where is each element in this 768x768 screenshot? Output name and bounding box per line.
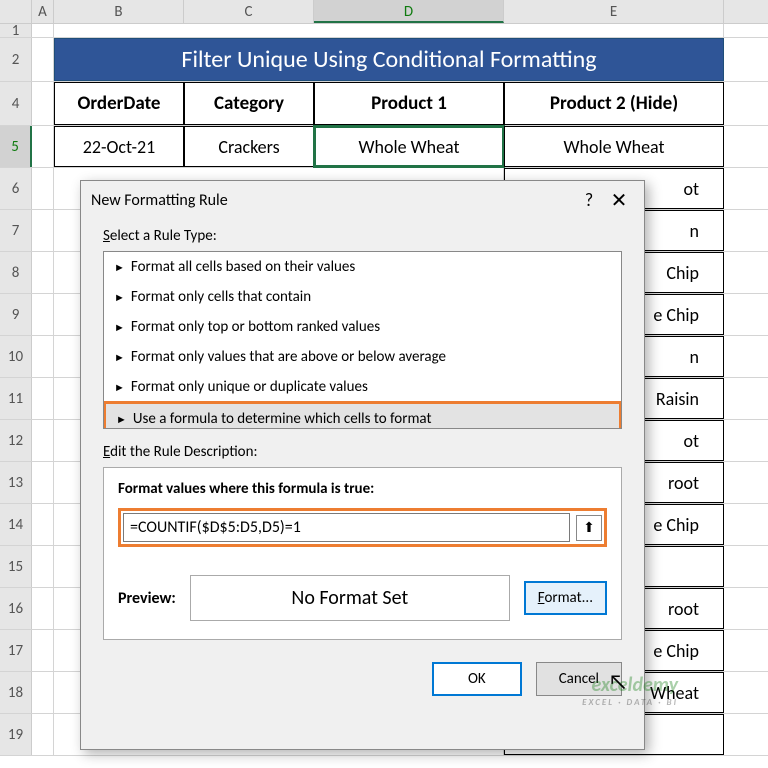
- select-all-corner[interactable]: [0, 0, 32, 23]
- bullet-icon: ►: [116, 413, 127, 426]
- row-14[interactable]: 14: [0, 504, 32, 545]
- page-title: Filter Unique Using Conditional Formatti…: [54, 38, 724, 81]
- ok-button[interactable]: OK: [432, 662, 522, 696]
- format-button[interactable]: Format...: [524, 581, 607, 615]
- header-product1: Product 1: [314, 82, 504, 125]
- bullet-icon: ►: [114, 291, 125, 304]
- row-13[interactable]: 13: [0, 462, 32, 503]
- dialog-title: New Formatting Rule: [91, 191, 574, 210]
- bullet-icon: ►: [114, 381, 125, 394]
- row-18[interactable]: 18: [0, 672, 32, 713]
- row-10[interactable]: 10: [0, 336, 32, 377]
- rule-above-below[interactable]: ►Format only values that are above or be…: [104, 342, 621, 372]
- row-16[interactable]: 16: [0, 588, 32, 629]
- col-E[interactable]: E: [504, 0, 724, 23]
- row-8[interactable]: 8: [0, 252, 32, 293]
- row-4[interactable]: 4: [0, 82, 32, 125]
- row-19[interactable]: 19: [0, 714, 32, 755]
- rule-description-box: Format values where this formula is true…: [103, 467, 622, 640]
- bullet-icon: ►: [114, 261, 125, 274]
- row-15[interactable]: 15: [0, 546, 32, 587]
- bullet-icon: ►: [114, 321, 125, 334]
- row-9[interactable]: 9: [0, 294, 32, 335]
- col-B[interactable]: B: [54, 0, 184, 23]
- new-formatting-rule-dialog: New Formatting Rule ? ✕ Select a Rule Ty…: [80, 180, 645, 750]
- cell-B5[interactable]: 22-Oct-21: [54, 126, 184, 167]
- watermark: exceldemy EXCEL · DATA · BI: [582, 673, 678, 708]
- row-5[interactable]: 5: [0, 126, 32, 167]
- row-11[interactable]: 11: [0, 378, 32, 419]
- header-product2: Product 2 (Hide): [504, 82, 724, 125]
- help-button[interactable]: ?: [574, 189, 604, 211]
- formula-label: Format values where this formula is true…: [118, 480, 607, 498]
- row-6[interactable]: 6: [0, 168, 32, 209]
- col-A[interactable]: A: [32, 0, 54, 23]
- preview-box: No Format Set: [190, 575, 510, 621]
- formula-input[interactable]: [123, 513, 570, 542]
- row-2[interactable]: 2: [0, 38, 32, 81]
- rule-unique-dup[interactable]: ►Format only unique or duplicate values: [104, 372, 621, 402]
- rule-type-list[interactable]: ►Format all cells based on their values …: [103, 251, 622, 429]
- column-headers: A B C D E: [0, 0, 768, 24]
- row-7[interactable]: 7: [0, 210, 32, 251]
- rule-all-cells[interactable]: ►Format all cells based on their values: [104, 252, 621, 282]
- rule-cells-contain[interactable]: ►Format only cells that contain: [104, 282, 621, 312]
- edit-rule-description-label: Edit the Rule Description:: [103, 443, 622, 461]
- row-1[interactable]: 1: [0, 24, 32, 37]
- select-rule-type-label: Select a Rule Type:: [103, 227, 622, 245]
- row-12[interactable]: 12: [0, 420, 32, 461]
- header-category: Category: [184, 82, 314, 125]
- cell-E5[interactable]: Whole Wheat: [504, 126, 724, 167]
- col-C[interactable]: C: [184, 0, 314, 23]
- preview-label: Preview:: [118, 589, 176, 608]
- col-D[interactable]: D: [314, 0, 504, 23]
- close-button[interactable]: ✕: [604, 188, 634, 213]
- range-picker-button[interactable]: ⬆: [576, 515, 602, 541]
- row-17[interactable]: 17: [0, 630, 32, 671]
- rule-top-bottom[interactable]: ►Format only top or bottom ranked values: [104, 312, 621, 342]
- cell-C5[interactable]: Crackers: [184, 126, 314, 167]
- header-orderdate: OrderDate: [54, 82, 184, 125]
- bullet-icon: ►: [114, 351, 125, 364]
- rule-formula-selected[interactable]: ►Use a formula to determine which cells …: [103, 401, 622, 429]
- cell-D5-selected[interactable]: Whole Wheat: [314, 126, 504, 167]
- collapse-icon: ⬆: [583, 519, 595, 536]
- formula-highlight: ⬆: [118, 508, 607, 547]
